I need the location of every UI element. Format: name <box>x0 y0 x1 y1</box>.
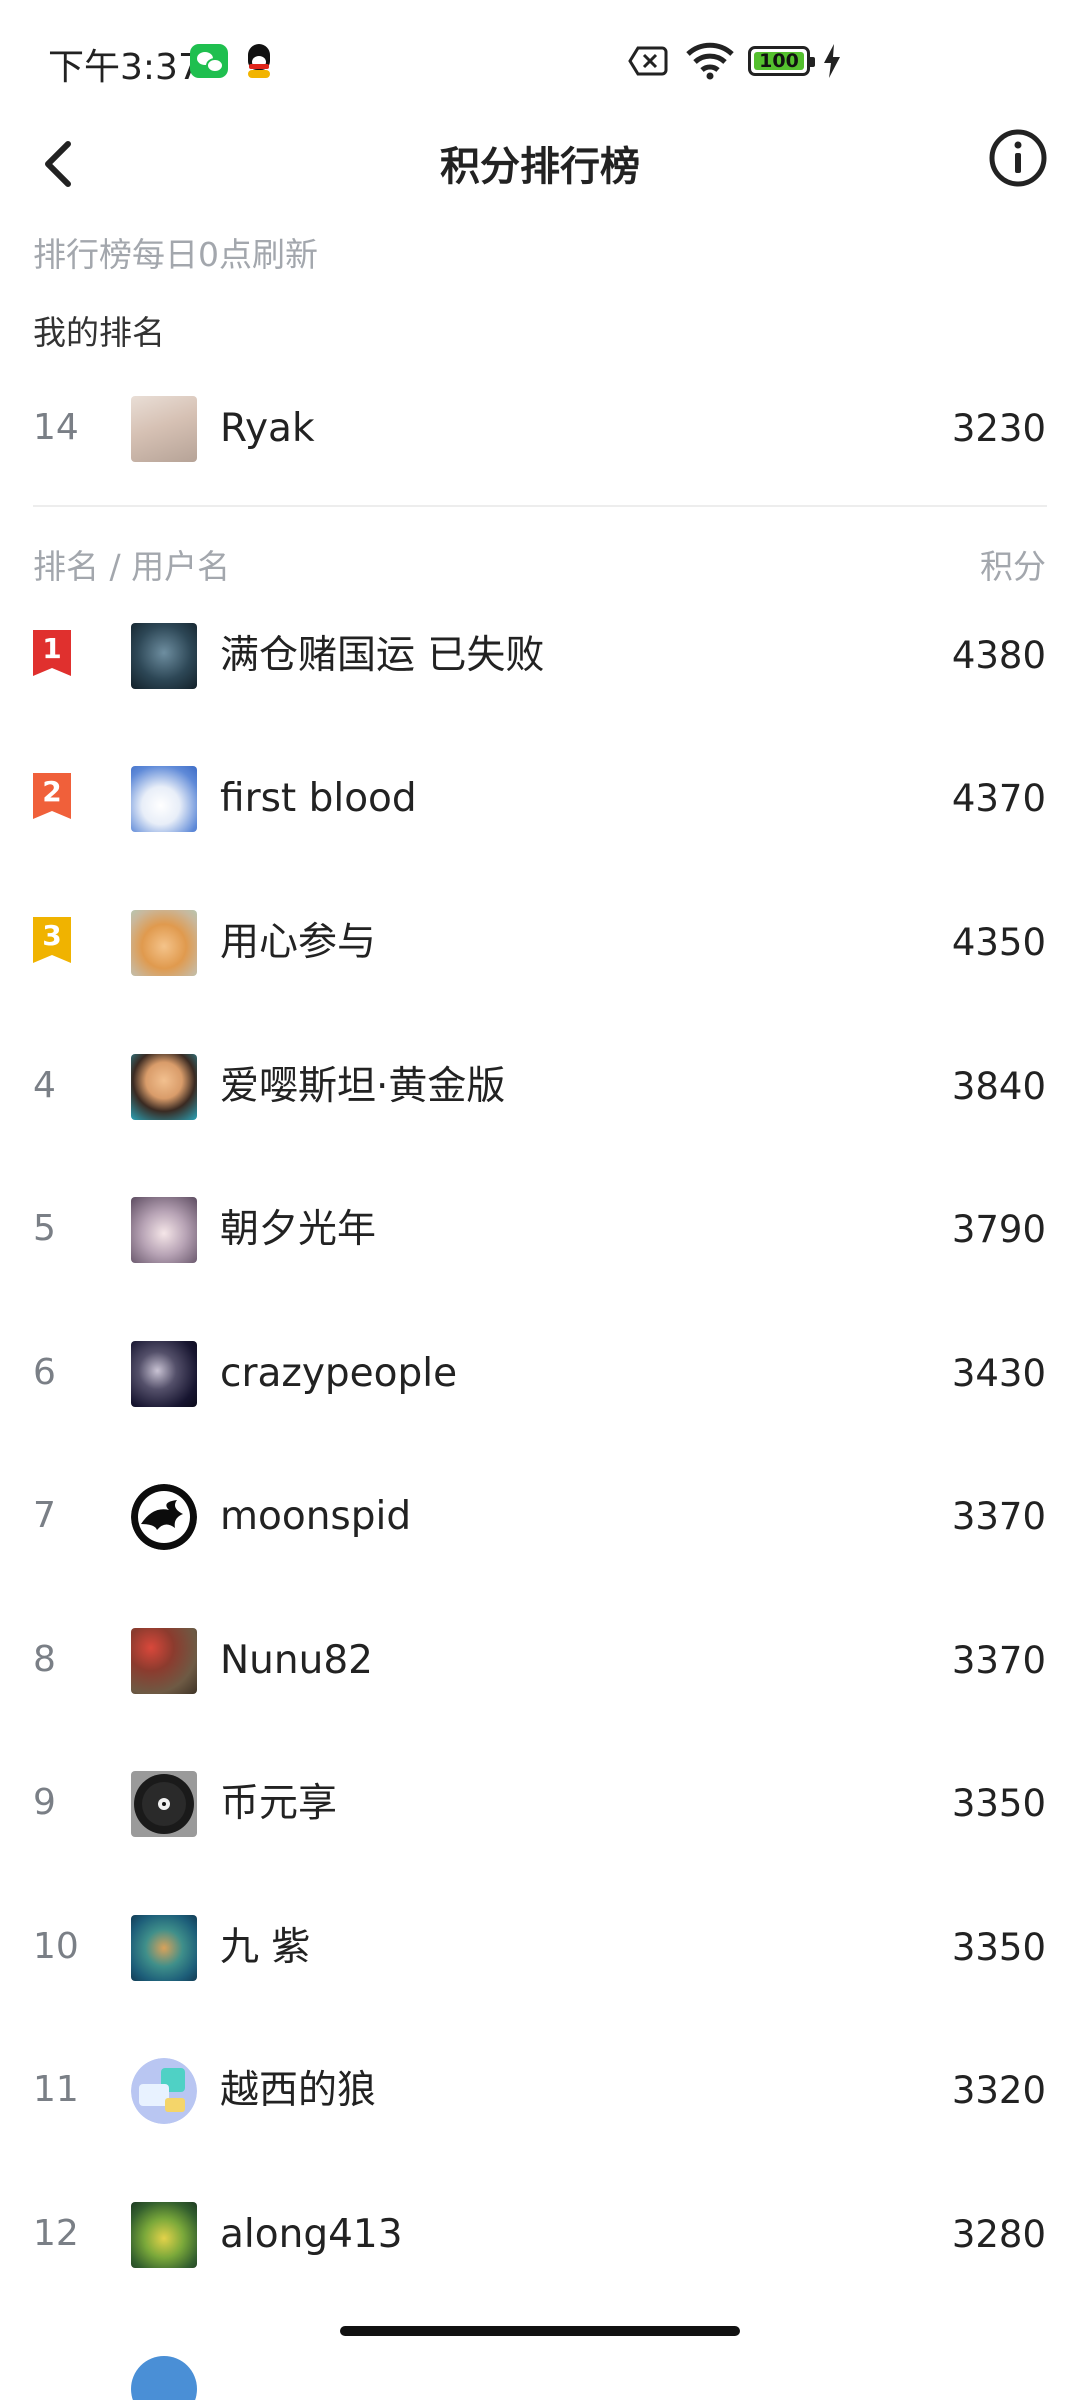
avatar <box>131 1915 197 1981</box>
rank-number: 9 <box>33 1782 56 1823</box>
wifi-icon <box>686 42 734 80</box>
user-score: 3840 <box>951 1065 1046 1108</box>
rank-number: 10 <box>33 1926 79 1967</box>
user-score: 3230 <box>951 407 1046 450</box>
rank-number: 14 <box>33 407 79 448</box>
rank-number: 7 <box>33 1495 56 1536</box>
rank-number: 3 <box>42 919 62 952</box>
user-score: 3350 <box>951 1782 1046 1825</box>
list-item[interactable]: 8 Nunu82 3370 <box>0 1610 1080 1710</box>
avatar <box>131 766 197 832</box>
avatar <box>131 1341 197 1407</box>
list-item[interactable]: 1 满仓赌国运 已失败 4380 <box>0 605 1080 705</box>
column-header-rank-user: 排名 / 用户名 <box>33 547 231 586</box>
user-name: 用心参与 <box>220 920 377 965</box>
list-item[interactable]: 4 爱嘤斯坦·黄金版 3840 <box>0 1036 1080 1136</box>
user-name: first blood <box>220 776 417 821</box>
rank-number: 6 <box>33 1352 56 1393</box>
list-item[interactable]: 11 越西的狼 3320 <box>0 2040 1080 2140</box>
user-score: 3350 <box>951 1926 1046 1969</box>
avatar <box>131 1628 197 1694</box>
rank-number: 4 <box>33 1065 56 1106</box>
my-rank-label: 我的排名 <box>33 313 165 352</box>
user-name: Ryak <box>220 406 315 451</box>
my-rank-row[interactable]: 14 Ryak 3230 <box>0 378 1080 478</box>
list-item[interactable]: 10 九 紫 3350 <box>0 1897 1080 1997</box>
avatar <box>131 1054 197 1120</box>
user-name: moonspid <box>220 1494 412 1539</box>
page-title: 积分排行榜 <box>440 144 640 190</box>
refresh-notice: 排行榜每日0点刷新 <box>33 235 318 274</box>
user-score: 3320 <box>951 2069 1046 2112</box>
rank-number: 5 <box>33 1208 56 1249</box>
avatar <box>131 1771 197 1837</box>
avatar <box>131 2058 197 2124</box>
rank-number: 1 <box>42 632 62 665</box>
user-name: 满仓赌国运 已失败 <box>220 633 545 678</box>
user-name: along413 <box>220 2212 403 2257</box>
user-name: 九 紫 <box>220 1925 311 1970</box>
no-sim-icon <box>628 46 668 76</box>
list-item[interactable]: 2 first blood 4370 <box>0 748 1080 848</box>
list-item[interactable]: 6 crazypeople 3430 <box>0 1323 1080 1423</box>
home-indicator[interactable] <box>340 2326 740 2336</box>
user-score: 3430 <box>951 1352 1046 1395</box>
charging-icon <box>824 44 840 78</box>
user-name: 爱嘤斯坦·黄金版 <box>220 1064 506 1109</box>
column-header-score: 积分 <box>980 547 1046 586</box>
user-name: crazypeople <box>220 1351 458 1396</box>
user-score: 4380 <box>951 634 1046 677</box>
rank-number: 12 <box>33 2213 79 2254</box>
list-item[interactable]: 3 用心参与 4350 <box>0 892 1080 992</box>
status-time: 下午3:37 <box>48 47 201 88</box>
avatar <box>131 2202 197 2268</box>
user-score: 3370 <box>951 1639 1046 1682</box>
user-name: Nunu82 <box>220 1638 373 1683</box>
avatar <box>131 623 197 689</box>
header: 积分排行榜 <box>0 110 1080 240</box>
avatar <box>131 910 197 976</box>
rank-number: 8 <box>33 1639 56 1680</box>
rank-number: 11 <box>33 2069 79 2110</box>
rank-number: 2 <box>42 775 62 808</box>
battery-icon: 100 <box>748 46 815 76</box>
list-item[interactable]: 12 along413 3280 <box>0 2184 1080 2284</box>
user-name: 越西的狼 <box>220 2068 377 2113</box>
user-score: 4370 <box>951 777 1046 820</box>
divider <box>33 505 1047 507</box>
user-score: 4350 <box>951 921 1046 964</box>
wechat-icon <box>190 44 228 78</box>
user-name: 朝夕光年 <box>220 1207 377 1252</box>
avatar <box>131 396 197 462</box>
info-icon[interactable] <box>988 128 1048 188</box>
qq-icon <box>244 44 274 78</box>
list-item[interactable]: 9 币元享 3350 <box>0 1753 1080 1853</box>
user-score: 3370 <box>951 1495 1046 1538</box>
avatar <box>131 2356 197 2400</box>
list-item[interactable]: 5 朝夕光年 3790 <box>0 1179 1080 1279</box>
avatar <box>131 1197 197 1263</box>
user-name: 币元享 <box>220 1781 338 1826</box>
battery-level: 100 <box>759 50 799 72</box>
list-item[interactable]: 7 moonspid 3370 <box>0 1466 1080 1566</box>
user-score: 3280 <box>951 2213 1046 2256</box>
avatar <box>131 1484 197 1550</box>
user-score: 3790 <box>951 1208 1046 1251</box>
